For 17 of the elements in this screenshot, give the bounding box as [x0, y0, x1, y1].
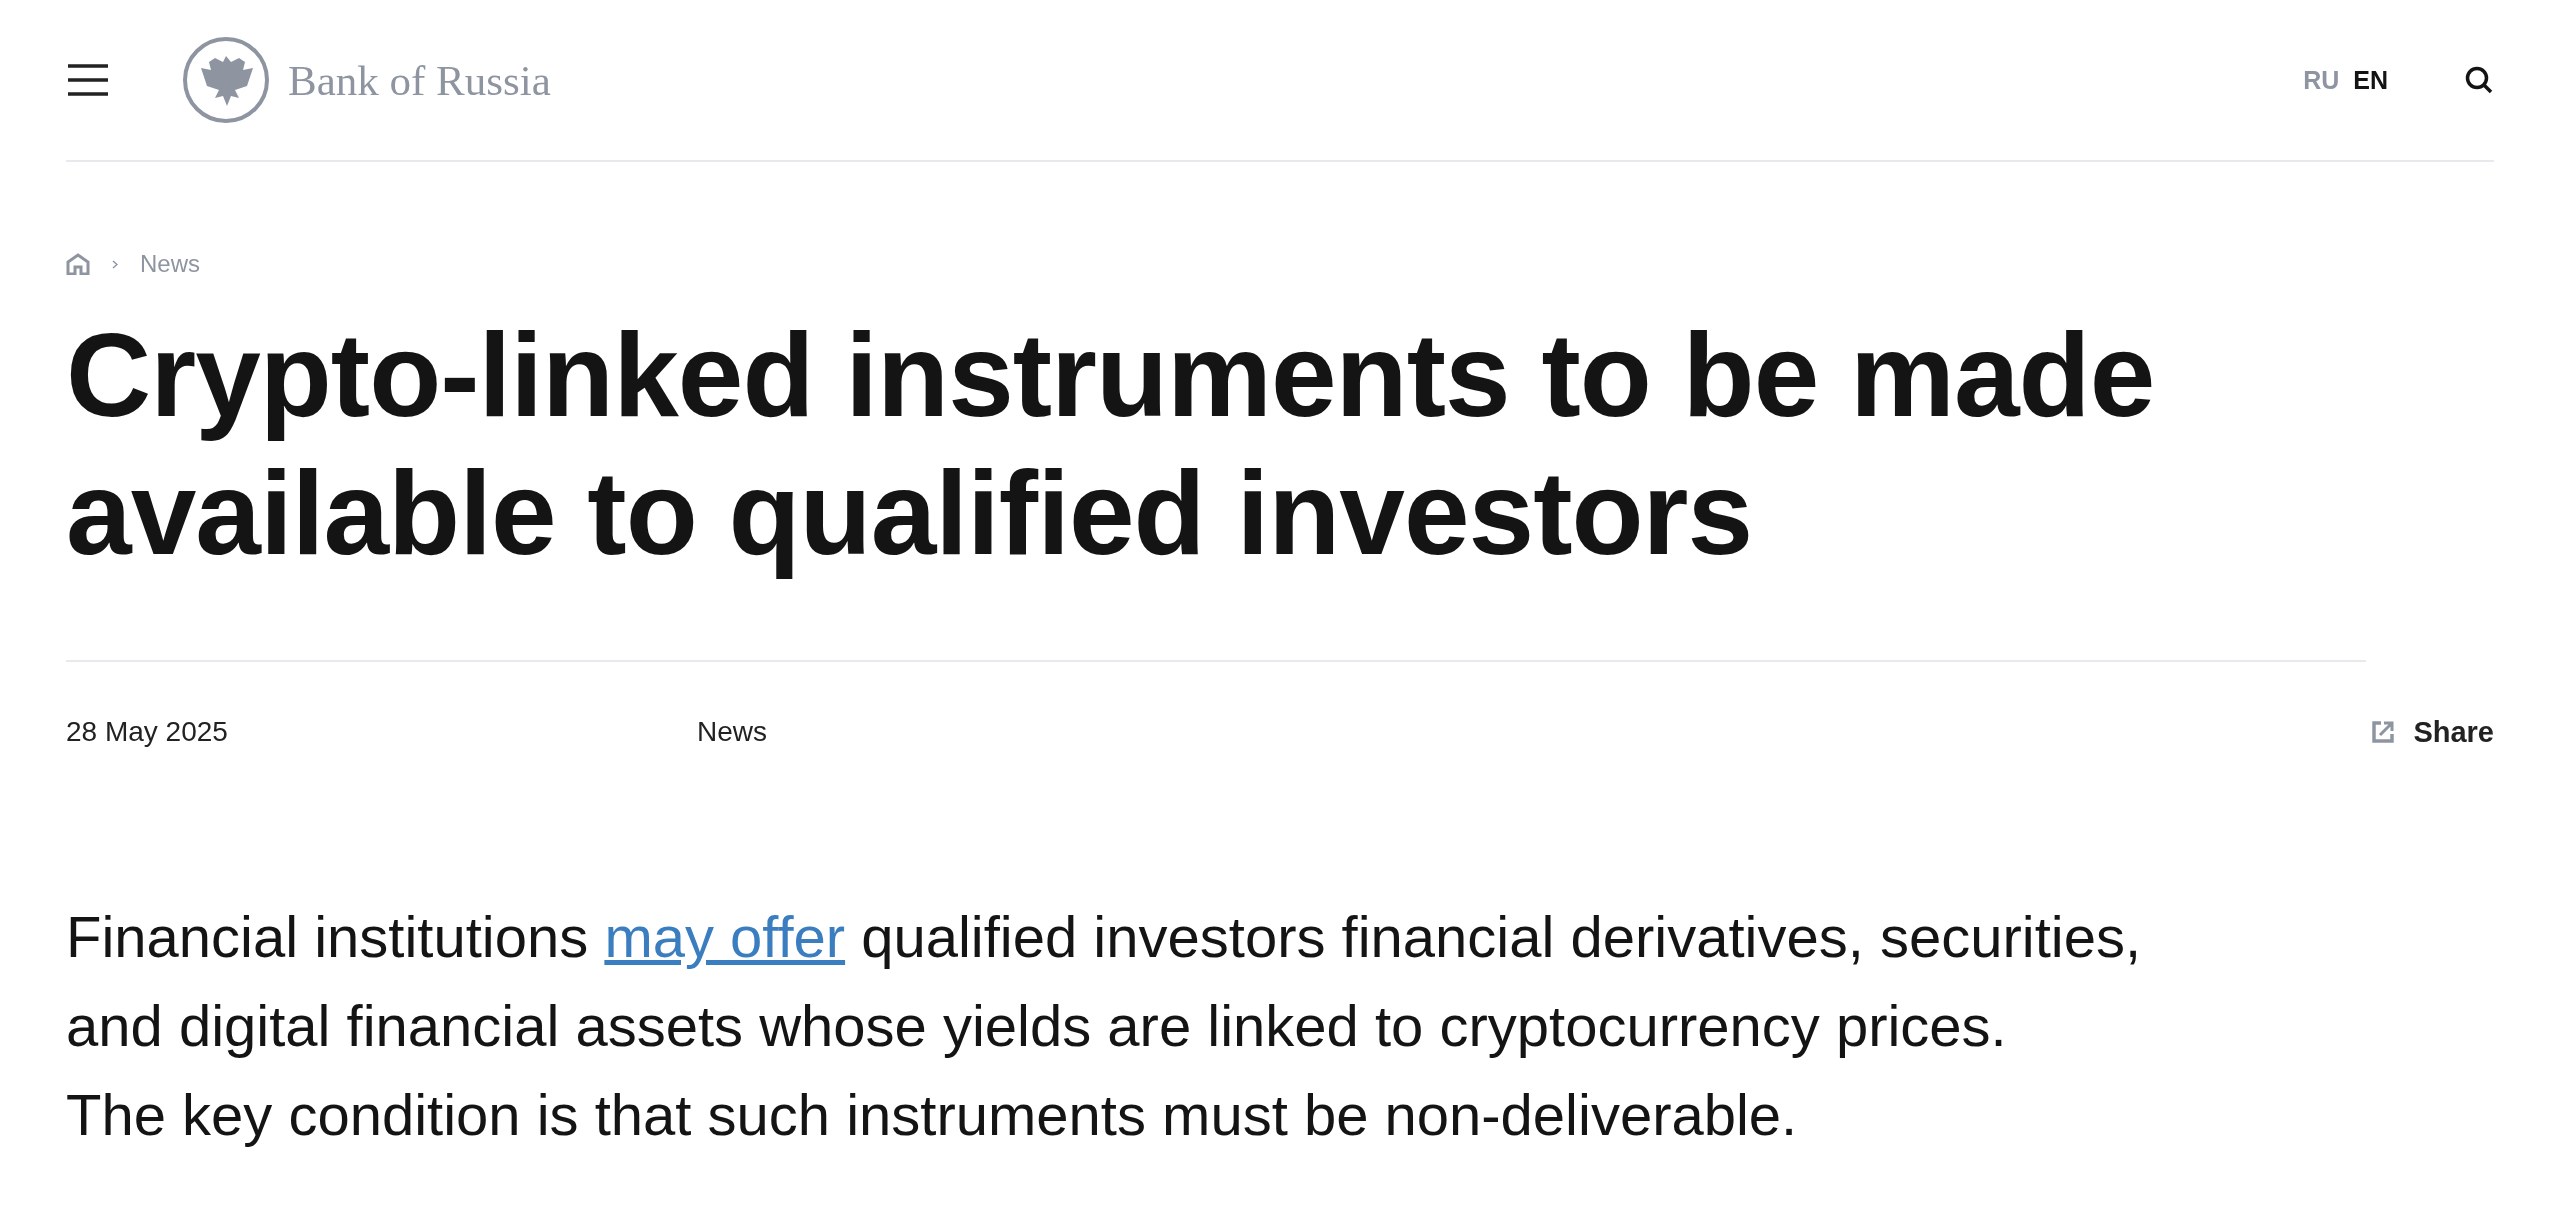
home-icon[interactable] [66, 253, 90, 275]
language-link[interactable]: RU [2303, 65, 2340, 95]
inline-link[interactable]: may offer [604, 904, 846, 969]
eagle-emblem-icon [182, 36, 270, 124]
lead-paragraph: The key condition is that such instruments must be non-deliverable. [66, 1081, 1799, 1149]
publish-date: 28 May 2025 [66, 716, 229, 748]
search-icon[interactable] [2464, 65, 2494, 95]
category-label: News [697, 716, 767, 748]
lead-paragraph: Financial institutions may offer qualified investors financial derivatives, securities, and digital financial assets whose yields are linked to cryptocurrency prices. [66, 903, 2142, 1060]
article-title: Crypto-linked instruments to be made available to qualified investors [66, 306, 2366, 662]
share-icon [2371, 720, 2396, 744]
logo-text[interactable]: Bank of Russia [288, 55, 551, 105]
menu-button[interactable] [66, 63, 110, 97]
chevron-icon [112, 259, 118, 269]
share-button[interactable]: Share [2371, 715, 2494, 749]
breadcrumb-link[interactable]: News [140, 250, 200, 278]
language-link[interactable]: EN [2353, 65, 2388, 95]
